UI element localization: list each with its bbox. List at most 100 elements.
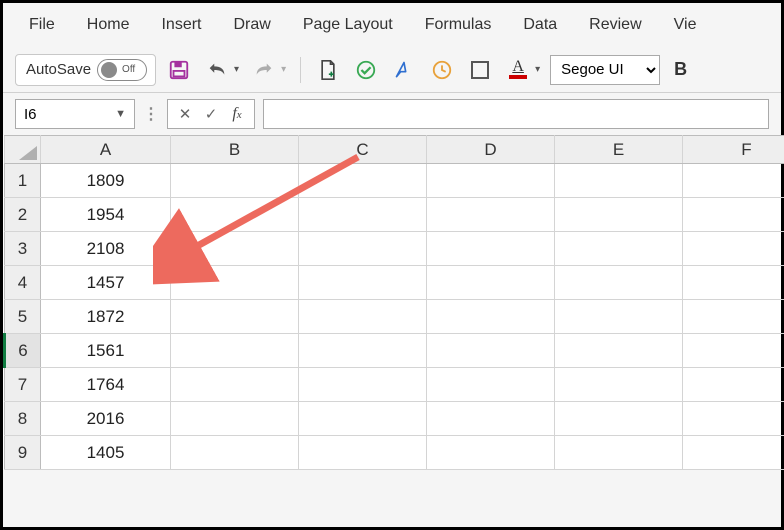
tab-review[interactable]: Review	[573, 6, 657, 44]
cell[interactable]	[171, 266, 299, 300]
cell[interactable]	[299, 266, 427, 300]
cell[interactable]	[171, 334, 299, 368]
cell[interactable]	[299, 164, 427, 198]
cell[interactable]	[555, 266, 683, 300]
cell[interactable]	[299, 436, 427, 470]
cell[interactable]	[555, 198, 683, 232]
chevron-down-icon: ▼	[115, 108, 126, 120]
cell[interactable]	[299, 300, 427, 334]
col-header-D[interactable]: D	[427, 136, 555, 164]
cell[interactable]	[171, 368, 299, 402]
select-all-corner[interactable]	[5, 136, 41, 164]
fx-icon[interactable]: fx	[226, 105, 248, 123]
bold-button[interactable]: B	[668, 59, 693, 80]
cell[interactable]	[555, 402, 683, 436]
cell[interactable]: 1764	[41, 368, 171, 402]
autosave-toggle[interactable]: AutoSave Off	[15, 54, 156, 86]
row-header[interactable]: 5	[5, 300, 41, 334]
cancel-formula-button[interactable]: ✕	[174, 105, 196, 123]
cell[interactable]	[171, 300, 299, 334]
tab-draw[interactable]: Draw	[217, 6, 286, 44]
tab-file[interactable]: File	[13, 6, 71, 44]
name-box[interactable]: I6 ▼	[15, 99, 135, 129]
cell[interactable]: 2108	[41, 232, 171, 266]
cell[interactable]: 1561	[41, 334, 171, 368]
font-color-button[interactable]: A ▾	[503, 55, 542, 85]
cell[interactable]	[171, 402, 299, 436]
checkbox-button[interactable]	[465, 55, 495, 85]
cell[interactable]	[171, 198, 299, 232]
cell[interactable]	[171, 164, 299, 198]
col-header-A[interactable]: A	[41, 136, 171, 164]
cell[interactable]	[683, 334, 784, 368]
undo-button[interactable]: ▾	[202, 55, 241, 85]
cell[interactable]	[683, 402, 784, 436]
cell[interactable]	[555, 300, 683, 334]
font-family-select[interactable]: Segoe UI	[550, 55, 660, 85]
cell[interactable]	[299, 368, 427, 402]
cell[interactable]	[683, 232, 784, 266]
cell[interactable]	[427, 198, 555, 232]
cell[interactable]	[683, 368, 784, 402]
cell[interactable]: 1405	[41, 436, 171, 470]
new-sheet-button[interactable]	[313, 55, 343, 85]
col-header-F[interactable]: F	[683, 136, 784, 164]
save-icon	[168, 59, 190, 81]
cell[interactable]	[427, 266, 555, 300]
cell[interactable]	[427, 368, 555, 402]
cell[interactable]	[427, 334, 555, 368]
row-header[interactable]: 3	[5, 232, 41, 266]
cell[interactable]	[555, 232, 683, 266]
cell[interactable]	[683, 198, 784, 232]
redo-button[interactable]: ▾	[249, 55, 288, 85]
cell[interactable]	[171, 232, 299, 266]
row-header[interactable]: 4	[5, 266, 41, 300]
cell[interactable]	[427, 164, 555, 198]
send-button[interactable]	[389, 55, 419, 85]
cell[interactable]	[427, 300, 555, 334]
cell[interactable]	[427, 436, 555, 470]
tab-page-layout[interactable]: Page Layout	[287, 6, 409, 44]
cell[interactable]	[683, 266, 784, 300]
history-button[interactable]	[427, 55, 457, 85]
cell[interactable]	[427, 402, 555, 436]
cell[interactable]	[683, 300, 784, 334]
tab-formulas[interactable]: Formulas	[409, 6, 508, 44]
accept-formula-button[interactable]: ✓	[200, 105, 222, 123]
cell[interactable]: 1809	[41, 164, 171, 198]
row-header[interactable]: 2	[5, 198, 41, 232]
cell[interactable]	[171, 436, 299, 470]
col-header-C[interactable]: C	[299, 136, 427, 164]
tab-home[interactable]: Home	[71, 6, 146, 44]
col-header-E[interactable]: E	[555, 136, 683, 164]
cell[interactable]	[299, 402, 427, 436]
spreadsheet-table[interactable]: A B C D E F 1180921954321084145751872615…	[3, 135, 784, 470]
cell[interactable]	[683, 436, 784, 470]
row-header[interactable]: 1	[5, 164, 41, 198]
cell[interactable]	[299, 232, 427, 266]
row-header[interactable]: 7	[5, 368, 41, 402]
cell[interactable]	[555, 334, 683, 368]
cell[interactable]	[555, 436, 683, 470]
formula-bar[interactable]	[263, 99, 769, 129]
cell[interactable]	[555, 368, 683, 402]
cell[interactable]	[683, 164, 784, 198]
tab-insert[interactable]: Insert	[145, 6, 217, 44]
cell[interactable]	[555, 164, 683, 198]
save-button[interactable]	[164, 55, 194, 85]
cell[interactable]: 1954	[41, 198, 171, 232]
tab-view[interactable]: Vie	[658, 6, 713, 44]
cell[interactable]: 1872	[41, 300, 171, 334]
row-header[interactable]: 6	[5, 334, 41, 368]
cell[interactable]	[427, 232, 555, 266]
font-color-icon: A	[512, 60, 524, 74]
cell[interactable]: 1457	[41, 266, 171, 300]
cell[interactable]: 2016	[41, 402, 171, 436]
cell[interactable]	[299, 198, 427, 232]
cell[interactable]	[299, 334, 427, 368]
check-button[interactable]	[351, 55, 381, 85]
col-header-B[interactable]: B	[171, 136, 299, 164]
tab-data[interactable]: Data	[507, 6, 573, 44]
row-header[interactable]: 9	[5, 436, 41, 470]
row-header[interactable]: 8	[5, 402, 41, 436]
